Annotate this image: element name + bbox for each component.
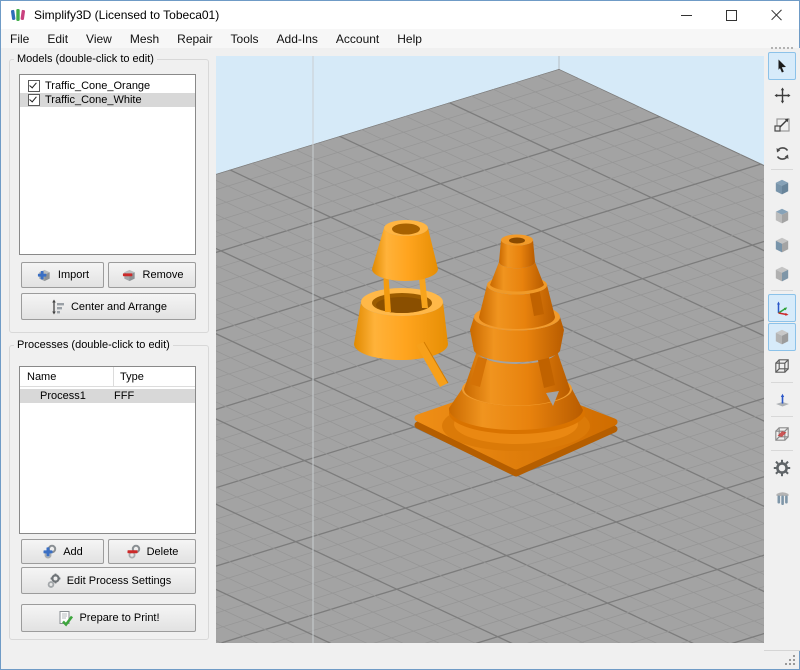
- layer-normal-button[interactable]: [768, 386, 796, 414]
- view-cube-front-icon: [773, 236, 791, 254]
- solid-render-button[interactable]: [768, 323, 796, 351]
- machine-settings-button[interactable]: [768, 454, 796, 482]
- cross-section-icon: [773, 425, 791, 443]
- import-cube-icon: [36, 267, 53, 283]
- add-gear-icon: [42, 544, 58, 560]
- view-cube-top-icon: [773, 207, 791, 225]
- window-controls: [664, 1, 799, 29]
- model-list-item[interactable]: Traffic_Cone_Orange: [20, 79, 195, 93]
- solid-cube-icon: [773, 328, 791, 346]
- checkbox-checked-icon[interactable]: [28, 80, 40, 92]
- cross-section-button[interactable]: [768, 420, 796, 448]
- remove-cube-icon: [121, 267, 138, 283]
- processes-table-header: Name Type: [20, 367, 195, 387]
- process-name: Process1: [20, 390, 107, 402]
- menu-view[interactable]: View: [77, 30, 121, 48]
- delete-gear-icon: [126, 544, 142, 560]
- remove-label: Remove: [143, 269, 184, 281]
- checkbox-checked-icon[interactable]: [28, 94, 40, 106]
- scale-icon: [774, 116, 791, 133]
- process-type: FFF: [107, 390, 134, 402]
- import-button[interactable]: Import: [21, 262, 104, 288]
- view-cube-default-icon: [773, 178, 791, 196]
- minimize-icon: [681, 15, 692, 16]
- process-row[interactable]: Process1 FFF: [20, 389, 195, 403]
- gear-icon: [773, 459, 791, 477]
- minimize-button[interactable]: [664, 1, 709, 29]
- close-icon: [771, 9, 783, 21]
- window-title: Simplify3D (Licensed to Tobeca01): [34, 8, 219, 22]
- center-and-arrange-button[interactable]: Center and Arrange: [21, 293, 196, 320]
- prepare-to-print-label: Prepare to Print!: [79, 612, 159, 624]
- resize-grip[interactable]: [793, 663, 795, 665]
- remove-button[interactable]: Remove: [108, 262, 196, 288]
- column-name[interactable]: Name: [20, 367, 114, 386]
- toolbar-separator: [771, 450, 793, 451]
- maximize-icon: [726, 10, 737, 21]
- move-icon: [774, 87, 791, 104]
- menu-account[interactable]: Account: [327, 30, 388, 48]
- models-list[interactable]: Traffic_Cone_Orange Traffic_Cone_White: [19, 74, 196, 255]
- support-structures-button[interactable]: [768, 483, 796, 511]
- close-button[interactable]: [754, 1, 799, 29]
- processes-table[interactable]: Name Type Process1 FFF: [19, 366, 196, 534]
- menu-help[interactable]: Help: [388, 30, 431, 48]
- select-tool-button[interactable]: [768, 52, 796, 80]
- toolbar-separator: [771, 290, 793, 291]
- toolbar-separator: [771, 169, 793, 170]
- center-arrange-icon: [50, 299, 66, 315]
- viewport-3d[interactable]: [216, 56, 764, 643]
- axes-icon: [774, 300, 791, 317]
- delete-process-button[interactable]: Delete: [108, 539, 196, 564]
- side-view-button[interactable]: [768, 260, 796, 288]
- print-check-icon: [57, 610, 74, 627]
- rotate-icon: [774, 145, 791, 162]
- rotate-tool-button[interactable]: [768, 139, 796, 167]
- menu-edit[interactable]: Edit: [38, 30, 77, 48]
- front-view-button[interactable]: [768, 231, 796, 259]
- delete-label: Delete: [147, 546, 179, 558]
- processes-group-title: Processes (double-click to edit): [14, 339, 173, 351]
- models-group-title: Models (double-click to edit): [14, 53, 157, 65]
- scale-tool-button[interactable]: [768, 110, 796, 138]
- add-label: Add: [63, 546, 83, 558]
- wireframe-render-button[interactable]: [768, 352, 796, 380]
- prepare-to-print-button[interactable]: Prepare to Print!: [21, 604, 196, 632]
- supports-icon: [774, 489, 791, 506]
- menu-tools[interactable]: Tools: [222, 30, 268, 48]
- menu-repair[interactable]: Repair: [168, 30, 221, 48]
- wireframe-cube-icon: [773, 357, 791, 375]
- app-logo-icon: [10, 7, 26, 23]
- model-list-item[interactable]: Traffic_Cone_White: [20, 93, 195, 107]
- menu-bar: File Edit View Mesh Repair Tools Add-Ins…: [1, 29, 799, 48]
- title-bar: Simplify3D (Licensed to Tobeca01): [1, 1, 799, 29]
- toolbar-separator: [771, 382, 793, 383]
- model-label: Traffic_Cone_White: [45, 94, 142, 106]
- menu-file[interactable]: File: [1, 30, 38, 48]
- toolbar-drag-handle[interactable]: [771, 47, 793, 49]
- column-type[interactable]: Type: [114, 371, 144, 383]
- view-cube-side-icon: [773, 265, 791, 283]
- maximize-button[interactable]: [709, 1, 754, 29]
- gears-icon: [46, 573, 62, 589]
- default-view-button[interactable]: [768, 173, 796, 201]
- cursor-icon: [774, 58, 790, 74]
- import-label: Import: [58, 269, 89, 281]
- menu-addins[interactable]: Add-Ins: [268, 30, 327, 48]
- edit-process-settings-button[interactable]: Edit Process Settings: [21, 567, 196, 594]
- top-view-button[interactable]: [768, 202, 796, 230]
- build-scene: [216, 56, 764, 643]
- menu-mesh[interactable]: Mesh: [121, 30, 168, 48]
- view-toolbar: [766, 46, 798, 512]
- add-process-button[interactable]: Add: [21, 539, 104, 564]
- center-arrange-label: Center and Arrange: [71, 301, 167, 313]
- app-window: Simplify3D (Licensed to Tobeca01) File E…: [0, 0, 800, 670]
- translate-tool-button[interactable]: [768, 81, 796, 109]
- model-label: Traffic_Cone_Orange: [45, 80, 150, 92]
- toolbar-separator: [771, 416, 793, 417]
- surface-normal-icon: [774, 392, 791, 409]
- edit-process-settings-label: Edit Process Settings: [67, 575, 172, 587]
- show-axes-button[interactable]: [768, 294, 796, 322]
